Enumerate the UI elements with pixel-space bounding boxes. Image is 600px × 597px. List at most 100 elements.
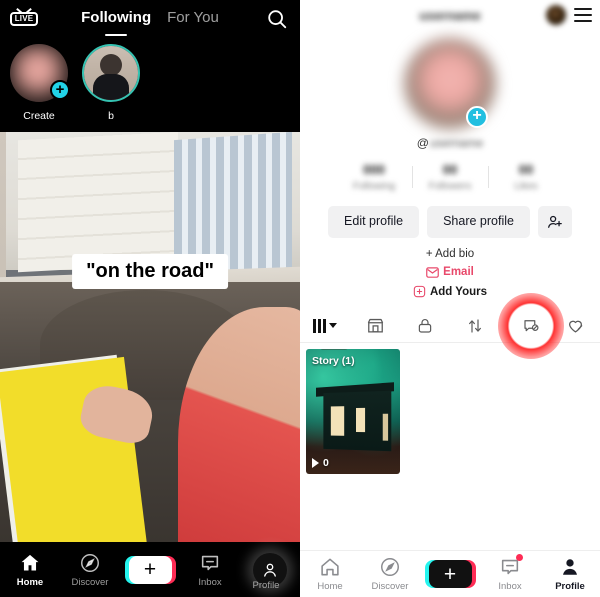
nav-item-profile-right[interactable]: Profile — [540, 556, 600, 592]
plus-create-icon[interactable]: + — [124, 555, 176, 584]
nav-label-home: Home — [16, 576, 44, 588]
create-plus-core: + — [428, 560, 472, 588]
home-icon — [321, 558, 339, 576]
story-icon — [518, 319, 533, 331]
stories-strip: + Create b — [0, 38, 300, 132]
nav-item-discover-right[interactable]: Discover — [360, 556, 420, 592]
create-plus-core: + — [128, 555, 172, 584]
profile-tabs-row — [300, 293, 600, 359]
tab-following[interactable]: Following — [81, 9, 151, 29]
inbox-icon — [201, 555, 219, 570]
feed-top-bar: LIVE Following For You — [0, 0, 300, 38]
tab-private[interactable] — [400, 309, 450, 343]
grid-bars-decor — [313, 318, 326, 333]
story-card[interactable]: Story (1) 0 — [306, 349, 400, 474]
stat-likes[interactable]: 00 Likes — [488, 162, 564, 192]
cabin-window-3 — [382, 413, 389, 441]
nav-label-profile-right: Profile — [555, 581, 585, 592]
feed-tabs: Following For You — [81, 9, 219, 29]
nav-item-create[interactable]: + — [120, 555, 180, 584]
video-caption-text: "on the road" — [72, 254, 228, 289]
heart-slash-icon — [568, 320, 582, 333]
nav-label-inbox: Inbox — [198, 576, 222, 588]
share-profile-button[interactable]: Share profile — [427, 206, 530, 238]
tab-liked[interactable] — [550, 309, 600, 343]
create-avatar-wrap: + — [10, 44, 70, 102]
stat-followers-label: Followers — [428, 181, 472, 192]
compass-icon — [381, 558, 399, 576]
stat-following-value: 000 — [363, 162, 385, 177]
nav-item-home[interactable]: Home — [0, 552, 60, 588]
nav-label-discover-right: Discover — [371, 581, 409, 592]
nav-item-discover[interactable]: Discover — [60, 552, 120, 588]
add-yours-link[interactable]: Add Yours — [300, 285, 600, 298]
tab-posts[interactable] — [300, 309, 350, 343]
handle-name: username — [429, 136, 484, 150]
stat-following-label: Following — [352, 181, 396, 192]
profile-content-grid: Story (1) 0 — [300, 343, 600, 474]
friend-story-ring-avatar — [82, 44, 140, 102]
nav-item-inbox-right[interactable]: Inbox — [480, 554, 540, 592]
tab-shop[interactable] — [350, 309, 400, 343]
tab-reposts[interactable] — [450, 309, 500, 343]
handle-at-symbol: @ — [416, 136, 429, 150]
person-icon — [563, 559, 577, 575]
nav-item-inbox[interactable]: Inbox — [180, 552, 240, 588]
home-icon — [21, 554, 39, 571]
email-link[interactable]: Email — [300, 266, 600, 278]
profile-avatar-wrap[interactable]: + — [404, 38, 496, 130]
live-label: LIVE — [14, 14, 34, 23]
video-notebook-decor — [0, 356, 148, 542]
nav-label-profile: Profile — [252, 580, 280, 591]
create-plus-badge[interactable]: + — [50, 80, 70, 100]
cabin-decor — [323, 390, 392, 452]
nav-item-create-right[interactable]: + — [420, 560, 480, 588]
profile-handle: @ username — [300, 136, 600, 150]
inbox-notification-dot — [516, 554, 523, 561]
story-friend-cell[interactable]: b — [78, 44, 144, 122]
chevron-down-icon — [328, 323, 337, 328]
repost-icon — [469, 318, 481, 333]
cabin-window-1 — [330, 406, 345, 436]
edit-profile-button[interactable]: Edit profile — [328, 206, 420, 238]
profile-username-title: username — [419, 7, 481, 23]
feed-video-player[interactable]: "on the road" — [0, 132, 300, 542]
nav-item-profile[interactable]: Profile — [240, 552, 300, 591]
stat-following[interactable]: 000 Following — [336, 162, 412, 192]
live-antenna-decor — [16, 7, 32, 14]
add-bio-link[interactable]: + Add bio — [300, 248, 600, 260]
hamburger-menu-icon[interactable] — [574, 8, 592, 22]
search-icon[interactable] — [266, 8, 288, 30]
cabin-window-2 — [356, 407, 366, 433]
stat-followers[interactable]: 00 Followers — [412, 162, 488, 192]
nav-item-home-right[interactable]: Home — [300, 556, 360, 592]
right-bottom-nav: Home Discover + Inbox Profile — [300, 550, 600, 597]
story-label-friend: b — [108, 110, 114, 122]
tab-story[interactable] — [500, 309, 550, 343]
shop-icon — [367, 318, 383, 333]
left-bottom-nav: Home Discover + Inbox Profile — [0, 542, 300, 597]
story-create-cell[interactable]: + Create — [6, 44, 72, 122]
email-label: Email — [443, 266, 474, 278]
live-icon[interactable]: LIVE — [9, 7, 39, 31]
friend-avatar-wrap — [82, 44, 140, 102]
stat-followers-value: 00 — [442, 162, 458, 177]
stat-likes-label: Likes — [514, 181, 538, 192]
grid-icon — [313, 318, 337, 333]
story-card-plays: 0 — [312, 457, 329, 469]
create-plus-glyph: + — [55, 80, 65, 98]
plus-create-icon[interactable]: + — [424, 560, 476, 588]
right-panel-profile-screen: username + @ username 000 Following 00 F… — [300, 0, 600, 597]
dual-screenshot-container: LIVE Following For You + Create b "on th… — [0, 0, 600, 597]
add-yours-icon — [413, 285, 426, 298]
avatar[interactable] — [546, 5, 566, 25]
compass-icon — [81, 553, 99, 572]
profile-action-buttons: Edit profile Share profile — [300, 206, 600, 238]
tab-for-you[interactable]: For You — [167, 9, 219, 29]
avatar-plus-glyph: + — [472, 107, 482, 124]
play-icon — [312, 458, 319, 468]
add-person-icon — [548, 215, 562, 228]
avatar-add-badge[interactable]: + — [466, 106, 488, 128]
add-friends-button[interactable] — [537, 206, 572, 238]
profile-stats-row: 000 Following 00 Followers 00 Likes — [300, 162, 600, 192]
